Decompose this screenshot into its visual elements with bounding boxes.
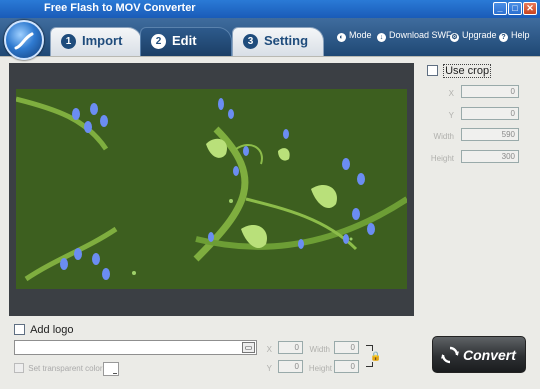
- tab-import-label: Import: [82, 33, 123, 48]
- logo-y-label: Y: [266, 364, 272, 373]
- add-logo-checkbox[interactable]: [14, 324, 25, 335]
- help-link[interactable]: ? Help: [499, 30, 530, 42]
- flash-logo-icon: [14, 32, 34, 50]
- crop-width-field[interactable]: 590: [461, 128, 519, 141]
- title-bar: Free Flash to MOV Converter _ □ ✕: [0, 0, 540, 18]
- logo-width-field[interactable]: 0: [334, 341, 359, 354]
- upgrade-icon: ⚙: [450, 33, 459, 42]
- download-swf-link[interactable]: ↓ Download SWF: [377, 30, 452, 42]
- header: 1 Import 2 Edit 3 Setting ◐ Mode ↓ Downloa…: [0, 18, 540, 60]
- mode-icon: ◐: [337, 33, 346, 42]
- download-label: Download SWF: [389, 30, 452, 40]
- help-icon: ?: [499, 33, 508, 42]
- upgrade-link[interactable]: ⚙ Upgrade: [450, 30, 497, 42]
- logo-path-input[interactable]: [14, 340, 257, 355]
- folder-icon[interactable]: ▭: [242, 342, 255, 353]
- preview-area: [9, 63, 414, 316]
- add-logo-option[interactable]: Add logo: [14, 324, 74, 336]
- transparent-color-option[interactable]: Set transparent color: [14, 363, 103, 373]
- crop-y-label: Y: [448, 111, 454, 120]
- crop-x-label: X: [448, 89, 454, 98]
- window-title: Free Flash to MOV Converter: [44, 2, 196, 14]
- tab-edit[interactable]: 2 Edit: [140, 27, 232, 56]
- tab-setting-number: 3: [243, 34, 258, 49]
- vine-artwork-image: [16, 96, 407, 282]
- logo-x-label: X: [266, 345, 272, 354]
- crop-x-field[interactable]: 0: [461, 85, 519, 98]
- app-logo: [4, 20, 44, 60]
- logo-height-label: Height: [308, 364, 332, 373]
- tab-edit-number: 2: [151, 34, 166, 49]
- mode-link[interactable]: ◐ Mode: [337, 30, 372, 42]
- logo-width-label: Width: [309, 345, 330, 354]
- mode-label: Mode: [349, 30, 372, 40]
- use-crop-option[interactable]: Use crop: [427, 64, 492, 78]
- use-crop-checkbox[interactable]: [427, 65, 438, 76]
- tab-setting[interactable]: 3 Setting: [232, 27, 324, 56]
- tab-import-number: 1: [61, 34, 76, 49]
- lock-icon[interactable]: 🔒: [370, 351, 382, 362]
- download-icon: ↓: [377, 33, 386, 42]
- transparent-color-label: Set transparent color: [28, 364, 103, 373]
- logo-x-field[interactable]: 0: [278, 341, 303, 354]
- use-crop-label: Use crop: [443, 64, 492, 78]
- crop-height-label: Height: [430, 154, 454, 163]
- add-logo-label: Add logo: [30, 324, 74, 336]
- convert-label: Convert: [463, 347, 516, 363]
- upgrade-label: Upgrade: [462, 30, 497, 40]
- edit-panel: Use crop X 0 Y 0 Width 590 Height 300 Ad…: [0, 56, 540, 389]
- crop-height-field[interactable]: 300: [461, 150, 519, 163]
- maximize-button[interactable]: □: [508, 2, 522, 15]
- tab-setting-label: Setting: [264, 33, 309, 48]
- crop-width-label: Width: [433, 132, 454, 141]
- crop-y-field[interactable]: 0: [461, 107, 519, 120]
- help-label: Help: [511, 30, 530, 40]
- transparent-color-checkbox[interactable]: [14, 363, 24, 373]
- preview-canvas: [16, 89, 407, 289]
- color-picker-button[interactable]: [103, 362, 119, 376]
- convert-button[interactable]: Convert: [432, 336, 526, 373]
- convert-arrows-icon: [441, 346, 459, 364]
- close-button[interactable]: ✕: [523, 2, 537, 15]
- logo-height-field[interactable]: 0: [334, 360, 359, 373]
- logo-y-field[interactable]: 0: [278, 360, 303, 373]
- tab-import[interactable]: 1 Import: [50, 27, 142, 56]
- tab-edit-label: Edit: [172, 33, 197, 48]
- minimize-button[interactable]: _: [493, 2, 507, 15]
